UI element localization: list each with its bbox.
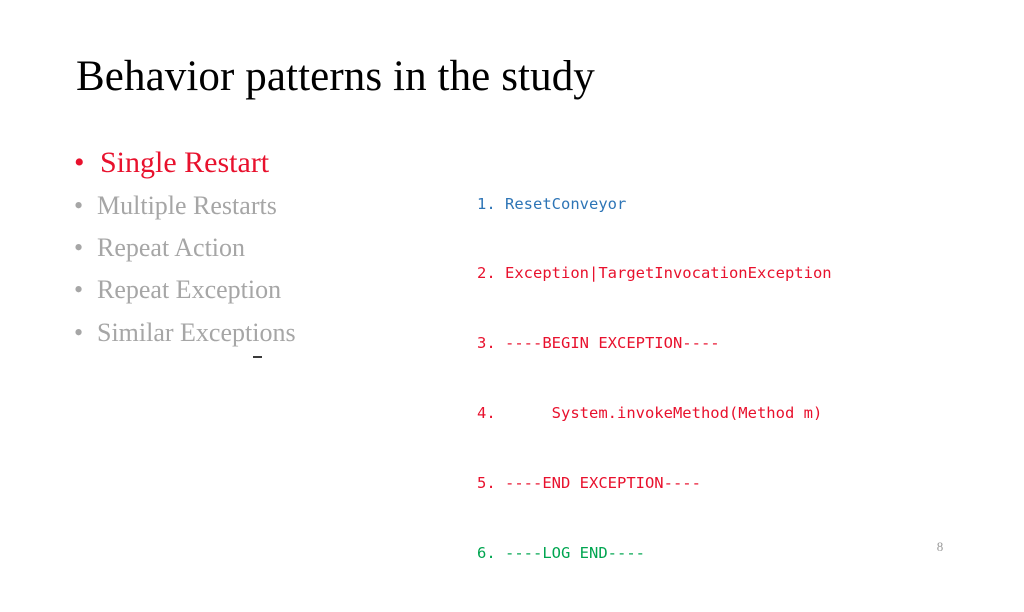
- log-line-text: Exception|TargetInvocationException: [505, 264, 832, 283]
- bullet-icon: •: [74, 275, 84, 305]
- log-line-number: 6.: [477, 544, 505, 563]
- log-line: 6. ----LOG END----: [477, 542, 832, 565]
- list-item-label: Single Restart: [100, 146, 270, 179]
- list-item-label: Repeat Action: [97, 232, 246, 262]
- bullet-icon: •: [74, 317, 84, 347]
- log-line-number: 2.: [477, 264, 505, 283]
- log-line-text: System.invokeMethod(Method m): [505, 404, 823, 423]
- bullet-icon: •: [74, 190, 84, 220]
- log-line-number: 5.: [477, 474, 505, 493]
- log-line-number: 1.: [477, 194, 505, 213]
- log-line: 1. ResetConveyor: [477, 193, 832, 216]
- log-line: 5. ----END EXCEPTION----: [477, 472, 832, 495]
- list-item[interactable]: • Repeat Exception: [74, 269, 444, 311]
- log-line-text: ----BEGIN EXCEPTION----: [505, 334, 720, 353]
- list-item[interactable]: • Single Restart: [74, 142, 444, 185]
- slide-canvas: Behavior patterns in the study • Single …: [0, 0, 1024, 576]
- log-line-text: ----END EXCEPTION----: [505, 474, 701, 493]
- list-item[interactable]: • Similar Exceptions: [74, 312, 444, 354]
- log-line: 3. ----BEGIN EXCEPTION----: [477, 332, 832, 355]
- bullet-icon: •: [74, 146, 85, 179]
- page-title: Behavior patterns in the study: [76, 53, 595, 100]
- text-cursor-caret: [253, 356, 262, 358]
- list-item[interactable]: • Multiple Restarts: [74, 185, 444, 227]
- list-item-label: Repeat Exception: [97, 275, 282, 305]
- log-line: 4. System.invokeMethod(Method m): [477, 402, 832, 425]
- log-line-text: ----LOG END----: [505, 544, 645, 563]
- log-line-text: ResetConveyor: [505, 194, 627, 213]
- list-item-label: Similar Exceptions: [97, 317, 296, 347]
- log-line: 2. Exception|TargetInvocationException: [477, 262, 832, 285]
- log-trace-listing: 1. ResetConveyor 2. Exception|TargetInvo…: [477, 146, 832, 612]
- log-line-number: 4.: [477, 404, 505, 423]
- bullet-icon: •: [74, 232, 84, 262]
- list-item-label: Multiple Restarts: [97, 190, 277, 220]
- behavior-pattern-list: • Single Restart • Multiple Restarts • R…: [74, 142, 444, 354]
- log-line-number: 3.: [477, 334, 505, 353]
- list-item[interactable]: • Repeat Action: [74, 227, 444, 269]
- slide-page-number: 8: [936, 539, 944, 554]
